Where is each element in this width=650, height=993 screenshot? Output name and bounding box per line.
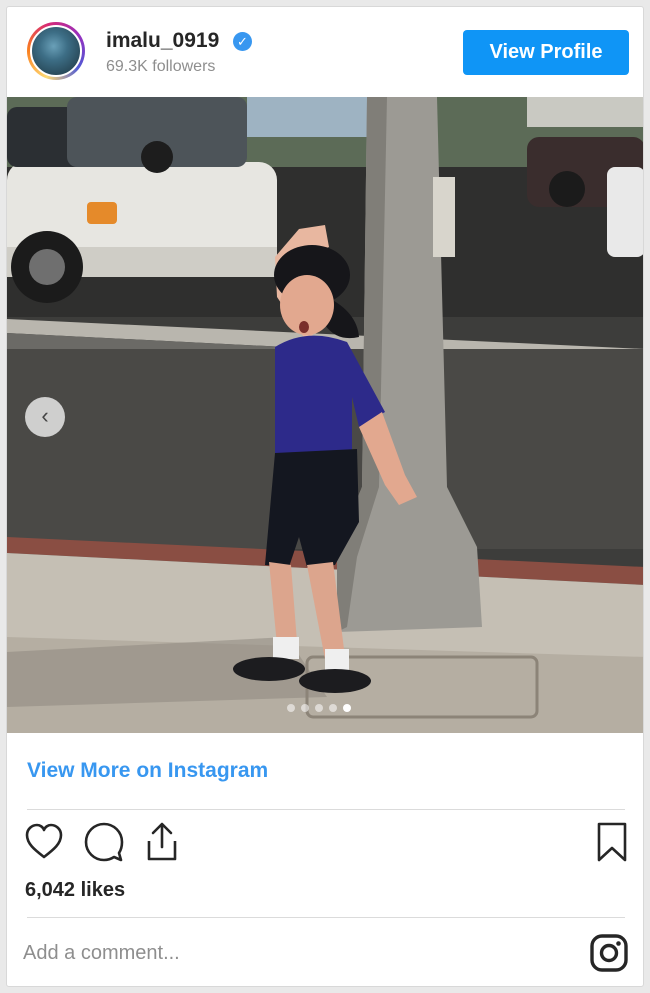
verified-badge-icon: ✓ [233, 32, 252, 51]
action-bar [7, 821, 643, 865]
carousel-dot [343, 704, 351, 712]
heart-icon[interactable] [23, 821, 65, 863]
carousel-dot [301, 704, 309, 712]
carousel-indicator [287, 704, 351, 714]
post-header: imalu_0919 ✓ 69.3K followers View Profil… [7, 7, 643, 97]
like-count[interactable]: 6,042 likes [25, 879, 125, 902]
view-profile-button[interactable]: View Profile [463, 30, 629, 75]
carousel-prev-button[interactable]: ‹ [25, 397, 65, 437]
avatar-image [30, 25, 82, 77]
divider [27, 809, 625, 810]
bookmark-icon[interactable] [591, 821, 633, 863]
divider [27, 917, 625, 918]
photo-image [7, 97, 643, 733]
instagram-logo-icon[interactable] [589, 933, 629, 973]
comment-bubble-icon[interactable] [83, 821, 125, 863]
share-icon[interactable] [141, 821, 183, 863]
carousel-dot [315, 704, 323, 712]
carousel-dot [287, 704, 295, 712]
comment-input[interactable] [23, 935, 563, 971]
avatar[interactable] [27, 22, 85, 80]
username[interactable]: imalu_0919 [106, 29, 219, 53]
follower-count: 69.3K followers [106, 58, 216, 75]
carousel-dot [329, 704, 337, 712]
instagram-embed-card: imalu_0919 ✓ 69.3K followers View Profil… [6, 6, 644, 987]
view-more-link[interactable]: View More on Instagram [27, 759, 268, 783]
post-photo[interactable]: ‹ [7, 97, 643, 733]
